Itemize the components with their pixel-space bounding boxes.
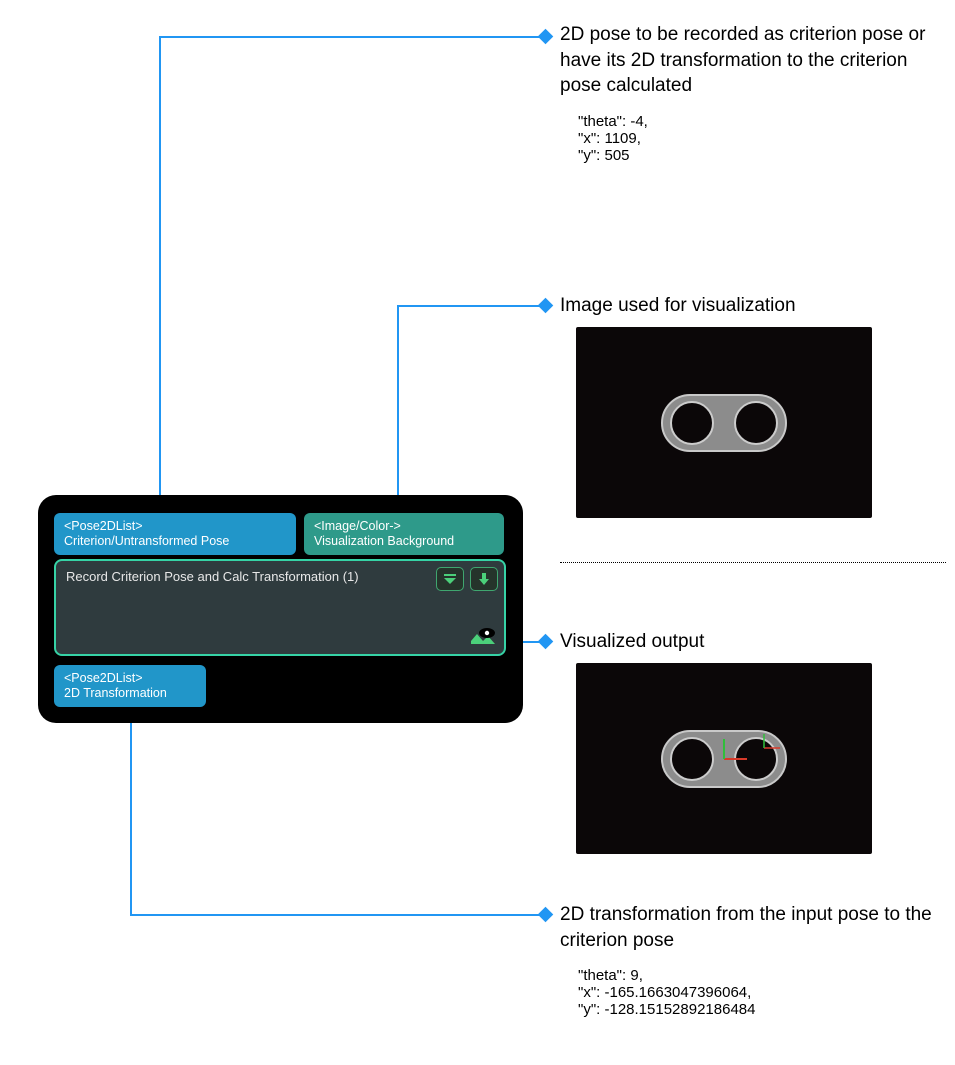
- visualization-image-input: [576, 327, 872, 518]
- input-port-image[interactable]: <Image/Color-> Visualization Background: [304, 513, 504, 555]
- port-name-label: 2D Transformation: [64, 686, 196, 701]
- port-name-label: Criterion/Untransformed Pose: [64, 534, 286, 549]
- download-arrow-icon: [477, 572, 491, 586]
- node-toolbar: [436, 567, 498, 591]
- callout-transformation-output: 2D transformation from the input pose to…: [560, 902, 940, 1018]
- callout-title: 2D pose to be recorded as criterion pose…: [560, 22, 940, 99]
- callout-title: Visualized output: [560, 629, 940, 655]
- part-glyph: [652, 388, 796, 458]
- connector-line: [130, 914, 544, 916]
- run-button[interactable]: [470, 567, 498, 591]
- port-type-label: <Pose2DList>: [64, 671, 196, 686]
- expand-button[interactable]: [436, 567, 464, 591]
- diamond-marker: [538, 298, 554, 314]
- connector-line: [397, 305, 399, 513]
- diamond-marker: [538, 29, 554, 45]
- port-name-label: Visualization Background: [314, 534, 494, 549]
- callout-title: 2D transformation from the input pose to…: [560, 902, 940, 953]
- visualize-toggle[interactable]: [470, 628, 496, 648]
- part-glyph: [652, 724, 796, 794]
- connector-line: [397, 305, 543, 307]
- connector-line: [130, 712, 132, 916]
- connector-line: [159, 36, 161, 513]
- node-block: <Pose2DList> Criterion/Untransformed Pos…: [38, 495, 523, 723]
- callout-image-input: Image used for visualization: [560, 293, 940, 319]
- port-type-label: <Image/Color->: [314, 519, 494, 534]
- callout-visualized-output: Visualized output: [560, 629, 940, 655]
- node-title: Record Criterion Pose and Calc Transform…: [66, 569, 359, 584]
- input-port-pose[interactable]: <Pose2DList> Criterion/Untransformed Pos…: [54, 513, 296, 555]
- callout-pose-input: 2D pose to be recorded as criterion pose…: [560, 22, 940, 164]
- visualization-image-output: [576, 663, 872, 854]
- diamond-marker: [538, 907, 554, 923]
- separator-line: [560, 562, 946, 563]
- connector-line: [159, 36, 543, 38]
- callout-data: "theta": 9, "x": -165.1663047396064, "y"…: [578, 967, 940, 1018]
- node-body[interactable]: Record Criterion Pose and Calc Transform…: [54, 559, 506, 656]
- port-type-label: <Pose2DList>: [64, 519, 286, 534]
- output-port-transformation[interactable]: <Pose2DList> 2D Transformation: [54, 665, 206, 707]
- callout-title: Image used for visualization: [560, 293, 940, 319]
- eye-image-icon: [470, 628, 496, 648]
- expand-icon: [442, 572, 458, 586]
- callout-data: "theta": -4, "x": 1109, "y": 505: [578, 113, 940, 164]
- diamond-marker: [538, 634, 554, 650]
